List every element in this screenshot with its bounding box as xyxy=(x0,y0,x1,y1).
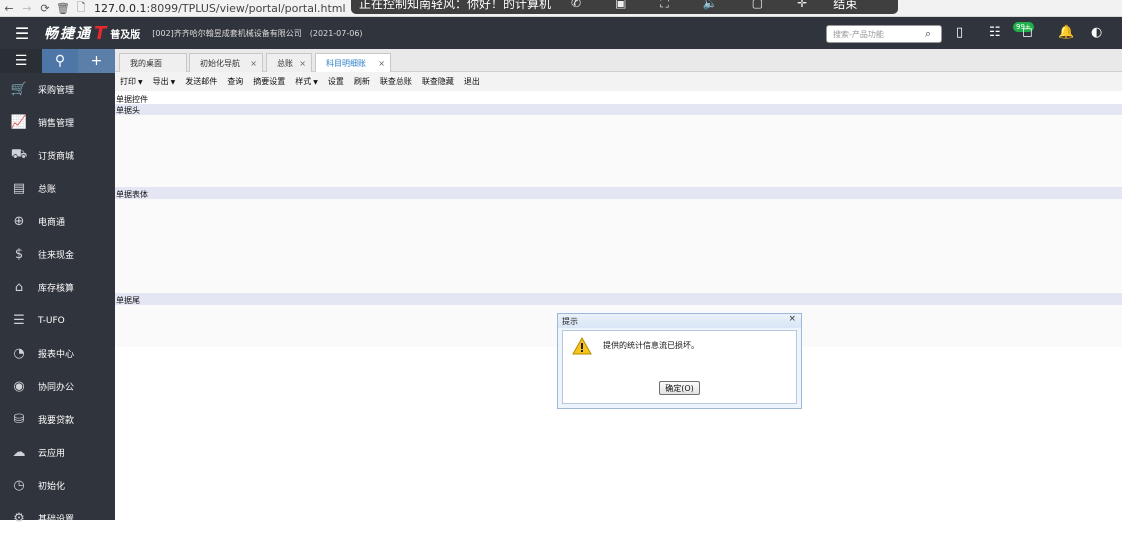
close-icon[interactable]: × xyxy=(378,59,385,68)
print-button[interactable]: 打印 ▼ xyxy=(120,76,143,87)
cart-icon: 🛒 xyxy=(10,82,28,97)
chevron-down-icon: ▼ xyxy=(170,79,176,86)
body-band xyxy=(115,187,1122,199)
sidebar-item-cloud[interactable]: ☁ 云应用 xyxy=(0,436,115,469)
page-icon: 🗋 xyxy=(76,0,86,14)
clock-icon: ◷ xyxy=(13,478,25,493)
send-email-button[interactable]: 发送邮件 xyxy=(185,76,217,87)
menu-icon[interactable]: ☰ xyxy=(0,24,44,43)
tab-bar: 我的桌面 初始化导航 × 总账 × 科目明细账 × xyxy=(115,49,1122,73)
bell-icon[interactable]: 🔔 xyxy=(1058,25,1074,40)
add-icon[interactable]: + xyxy=(78,49,115,73)
power-icon[interactable]: ◐ xyxy=(1091,25,1102,40)
back-icon[interactable]: ← xyxy=(0,2,18,15)
document-icon: ☰ xyxy=(13,313,25,328)
dialog-title-bar: 提示 × xyxy=(558,314,801,328)
url-field[interactable]: 127.0.0.1:8099/TPLUS/view/portal/portal.… xyxy=(94,2,346,15)
coins-icon: ⛁ xyxy=(13,412,25,427)
sidebar-item-loan[interactable]: ⛁ 我要贷款 xyxy=(0,403,115,436)
search-icon[interactable]: ⌕ xyxy=(925,27,941,41)
app-header: ☰ 畅捷通 T 普及版 [002]齐齐哈尔翰昱成套机械设备有限公司 (2021-… xyxy=(0,17,1122,49)
pie-icon: ◔ xyxy=(13,346,25,361)
remote-control-bar: 正在控制知南轻风：你好！的计算机 ✆ ▣ ⛶ 🔈 ▢ ✛ 结束 xyxy=(351,0,898,14)
link-hide-button[interactable]: 联查隐藏 xyxy=(422,76,454,87)
sidebar-item-settings[interactable]: ⚙ 基础设置 xyxy=(0,502,115,535)
document-content: 单据控件 单据头 单据表体 单据尾 xyxy=(115,91,1122,520)
ledger-icon: ▤ xyxy=(12,181,26,196)
mobile-icon[interactable]: ▯ xyxy=(956,25,963,40)
exit-button[interactable]: 退出 xyxy=(464,76,480,87)
summary-settings-button[interactable]: 摘要设置 xyxy=(253,76,285,87)
window-icon[interactable]: ▢ xyxy=(752,0,763,11)
sidebar-item-shop[interactable]: ⛟ 订货商城 xyxy=(0,139,115,172)
tab-account-detail[interactable]: 科目明细账 × xyxy=(315,53,391,73)
refresh-icon[interactable]: ⟳ xyxy=(36,2,54,15)
dollar-icon: $ xyxy=(14,247,24,262)
dialog-body: 提供的统计信息流已损坏。 确定(O) xyxy=(562,330,797,404)
sidebar-search-icon[interactable]: ⚲ xyxy=(42,49,78,73)
alert-dialog: 提示 × 提供的统计信息流已损坏。 确定(O) xyxy=(557,313,802,409)
ecommerce-icon: ⊕ xyxy=(13,214,25,229)
dialog-message: 提供的统计信息流已损坏。 xyxy=(603,341,699,350)
logo: 畅捷通 xyxy=(44,26,92,42)
close-icon[interactable]: × xyxy=(299,59,306,68)
sidebar-item-purchase[interactable]: 🛒 采购管理 xyxy=(0,73,115,106)
screen-icon[interactable]: ▣ xyxy=(615,0,626,11)
sidebar-item-tufo[interactable]: ☰ T-UFO xyxy=(0,304,115,337)
export-button[interactable]: 导出 ▼ xyxy=(153,76,176,87)
dialog-title: 提示 xyxy=(562,316,578,326)
body-pane xyxy=(115,199,1122,293)
sidebar-item-init[interactable]: ◷ 初始化 xyxy=(0,469,115,502)
head-band xyxy=(115,104,1122,115)
phone-icon[interactable]: ✆ xyxy=(571,0,581,11)
sidebar-item-sales[interactable]: 📈 销售管理 xyxy=(0,106,115,139)
capture-icon[interactable]: ⛶ xyxy=(660,0,668,11)
sidebar-item-reports[interactable]: ◔ 报表中心 xyxy=(0,337,115,370)
collapse-icon[interactable]: ☰ xyxy=(0,49,42,73)
head-pane xyxy=(115,115,1122,187)
style-button[interactable]: 样式 ▼ xyxy=(295,76,318,87)
sidebar-item-cash[interactable]: $ 往来现金 xyxy=(0,238,115,271)
close-icon[interactable]: × xyxy=(250,59,257,68)
trash-icon[interactable]: 🗑 xyxy=(54,2,72,15)
tail-band xyxy=(115,293,1122,305)
login-date: (2021-07-06) xyxy=(309,28,363,38)
sidebar-item-office[interactable]: ◉ 协同办公 xyxy=(0,370,115,403)
sidebar-item-ecommerce[interactable]: ⊕ 电商通 xyxy=(0,205,115,238)
sidebar-item-ledger[interactable]: ▤ 总账 xyxy=(0,172,115,205)
speaker-icon[interactable]: 🔈 xyxy=(703,0,718,11)
cursor-icon[interactable]: ✛ xyxy=(797,0,807,11)
close-icon[interactable]: × xyxy=(788,314,796,324)
end-button[interactable]: 结束 xyxy=(833,0,857,12)
list-icon[interactable]: ☷ xyxy=(989,25,1001,40)
ok-button[interactable]: 确定(O) xyxy=(659,381,700,395)
tab-init-nav[interactable]: 初始化导航 × xyxy=(189,53,263,72)
toolbar: 打印 ▼ 导出 ▼ 发送邮件 查询 摘要设置 样式 ▼ 设置 刷新 联查总账 联查隐藏… xyxy=(115,72,1122,91)
forward-icon[interactable]: → xyxy=(18,2,36,15)
chart-icon: 📈 xyxy=(10,115,28,130)
cloud-icon: ☁ xyxy=(12,445,26,460)
company-name: [002]齐齐哈尔翰昱成套机械设备有限公司 xyxy=(152,28,302,38)
tab-desktop[interactable]: 我的桌面 xyxy=(119,53,187,72)
chevron-down-icon: ▼ xyxy=(313,79,318,86)
settings-button[interactable]: 设置 xyxy=(328,76,344,87)
search-input[interactable]: 搜索-产品功能 ⌕ xyxy=(826,25,942,43)
sidebar-item-inventory[interactable]: ⌂ 库存核算 xyxy=(0,271,115,304)
logo-mark: T xyxy=(94,22,107,44)
warning-icon xyxy=(572,337,592,355)
refresh-button[interactable]: 刷新 xyxy=(354,76,370,87)
shop-icon: ⛟ xyxy=(10,147,28,162)
target-icon: ◉ xyxy=(13,379,25,394)
message-icon[interactable]: ◻ xyxy=(1022,25,1033,40)
settings-icon: ⚙ xyxy=(13,511,25,526)
query-button[interactable]: 查询 xyxy=(227,76,243,87)
remote-control-text: 正在控制知南轻风：你好！的计算机 xyxy=(359,0,552,11)
tab-general-ledger[interactable]: 总账 × xyxy=(266,53,312,72)
edition-label: 普及版 xyxy=(110,29,141,41)
sidebar: ☰ ⚲ + 🛒 采购管理 📈 销售管理 ⛟ 订货商城 ▤ 总账 ⊕ 电商通 $ 往来现金 ⌂… xyxy=(0,49,115,526)
link-ledger-button[interactable]: 联查总账 xyxy=(380,76,412,87)
chevron-down-icon: ▼ xyxy=(138,79,143,86)
warehouse-icon: ⌂ xyxy=(14,280,24,295)
